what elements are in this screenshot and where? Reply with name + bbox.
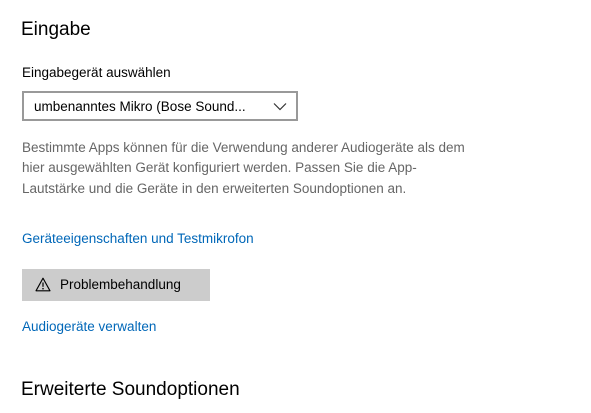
input-device-dropdown[interactable]: umbenanntes Mikro (Bose Sound... xyxy=(22,91,298,121)
chevron-down-icon xyxy=(273,103,287,111)
device-properties-link[interactable]: Geräteeigenschaften und Testmikrofon xyxy=(22,231,254,246)
section-title-advanced-sound-options: Erweiterte Soundoptionen xyxy=(21,379,240,400)
input-description-text: Bestimmte Apps können für die Verwendung… xyxy=(22,140,465,196)
troubleshoot-button-label: Problembehandlung xyxy=(60,277,181,292)
manage-audio-devices-link[interactable]: Audiogeräte verwalten xyxy=(22,319,156,334)
troubleshoot-button[interactable]: Problembehandlung xyxy=(22,269,210,301)
warning-icon xyxy=(35,277,51,292)
input-device-label: Eingabegerät auswählen xyxy=(22,65,171,80)
section-title-eingabe: Eingabe xyxy=(21,19,91,40)
input-device-selected-value: umbenanntes Mikro (Bose Sound... xyxy=(34,99,246,114)
